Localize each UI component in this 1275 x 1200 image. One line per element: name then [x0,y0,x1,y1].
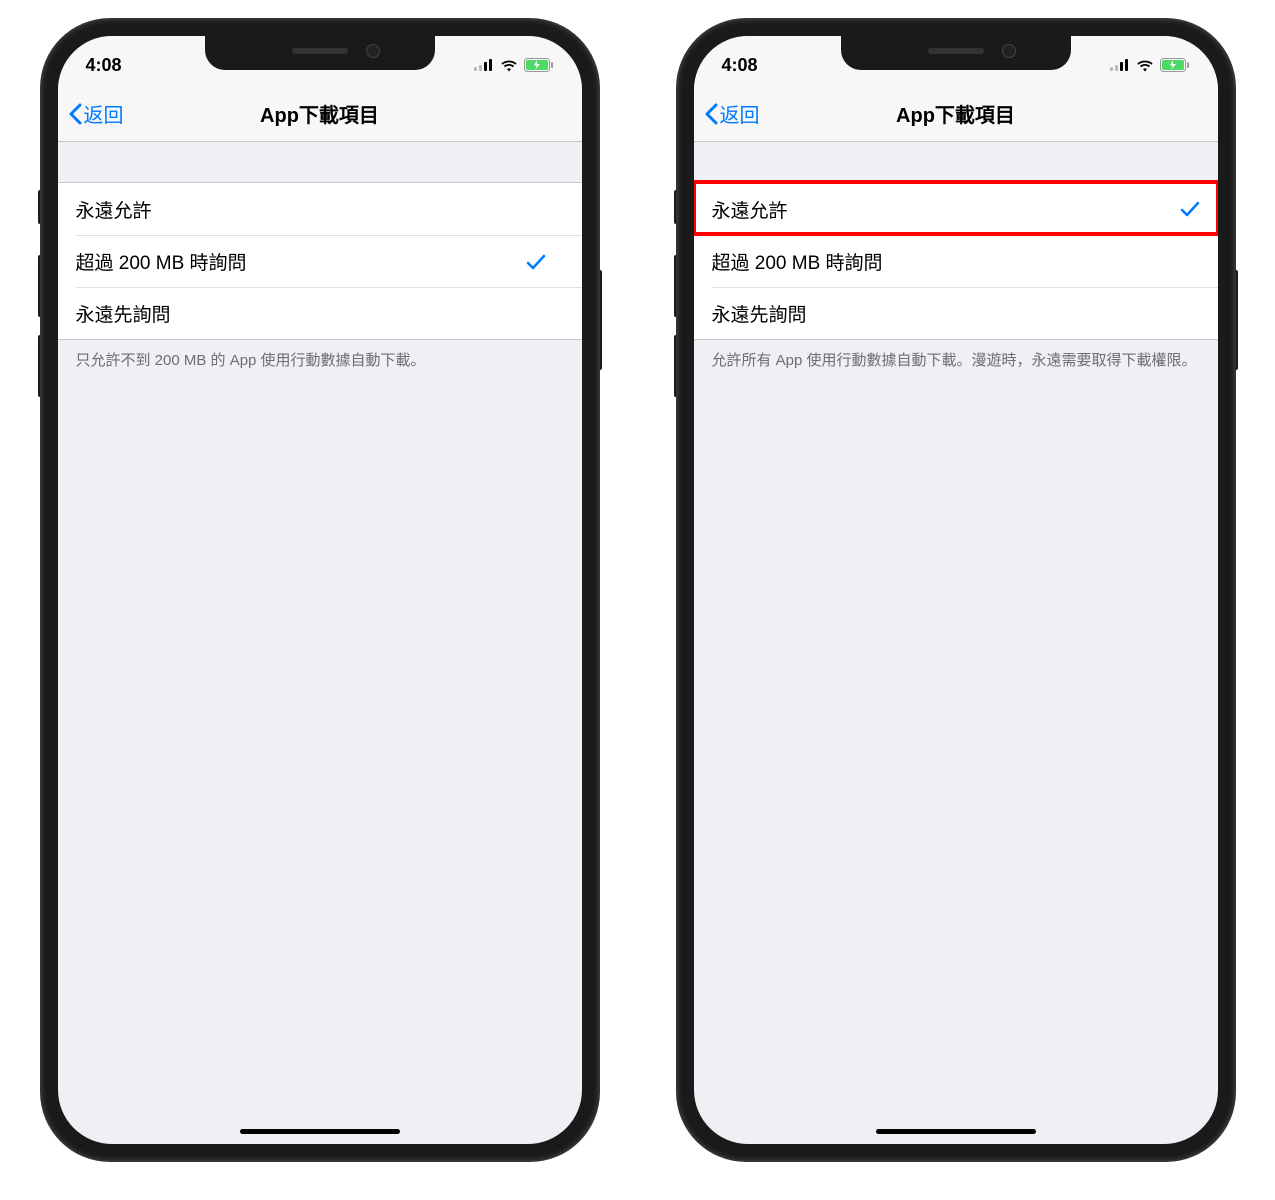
footer-description: 允許所有 App 使用行動數據自動下載。漫遊時，永遠需要取得下載權限。 [694,340,1218,381]
nav-bar: 返回 App下載項目 [58,86,582,142]
volume-down-button[interactable] [38,335,42,397]
phone-screen: 4:08 返回 [58,36,582,1144]
status-time: 4:08 [722,55,758,76]
chevron-left-icon [704,103,718,125]
option-label: 永遠先詢問 [76,300,171,327]
status-time: 4:08 [86,55,122,76]
wifi-icon [500,59,518,72]
phone-frame: 4:08 返回 [42,20,598,1160]
options-list: 永遠允許 超過 200 MB 時詢問 永遠先詢問 [58,182,582,340]
back-label: 返回 [720,99,760,128]
power-button[interactable] [1234,270,1238,370]
volume-down-button[interactable] [674,335,678,397]
option-always-allow[interactable]: 永遠允許 [58,183,582,235]
notch [841,36,1071,70]
mute-switch[interactable] [38,190,42,224]
page-title: App下載項目 [896,99,1015,128]
phone-right: 4:08 返回 [678,20,1234,1160]
option-label: 永遠先詢問 [712,300,807,327]
options-list: 永遠允許 超過 200 MB 時詢問 永遠先詢問 [694,182,1218,340]
option-always-allow[interactable]: 永遠允許 [694,183,1218,235]
home-indicator[interactable] [240,1129,400,1134]
notch [205,36,435,70]
status-indicators [1110,58,1190,72]
signal-icon [474,59,494,71]
content-area: 永遠允許 超過 200 MB 時詢問 永遠先詢問 只允許不到 200 MB 的 … [58,142,582,381]
back-button[interactable]: 返回 [68,99,124,128]
option-always-ask[interactable]: 永遠先詢問 [76,287,582,339]
phone-left: 4:08 返回 [42,20,598,1160]
home-indicator[interactable] [876,1129,1036,1134]
phone-frame: 4:08 返回 [678,20,1234,1160]
footer-description: 只允許不到 200 MB 的 App 使用行動數據自動下載。 [58,340,582,381]
checkmark-icon [1180,200,1200,218]
option-label: 永遠允許 [76,196,152,223]
option-always-ask[interactable]: 永遠先詢問 [712,287,1218,339]
option-ask-over-200mb[interactable]: 超過 200 MB 時詢問 [712,235,1218,287]
nav-bar: 返回 App下載項目 [694,86,1218,142]
back-button[interactable]: 返回 [704,99,760,128]
phone-screen: 4:08 返回 [694,36,1218,1144]
chevron-left-icon [68,103,82,125]
volume-up-button[interactable] [38,255,42,317]
battery-charging-icon [1160,58,1190,72]
option-label: 超過 200 MB 時詢問 [76,248,247,275]
page-title: App下載項目 [260,99,379,128]
battery-charging-icon [524,58,554,72]
signal-icon [1110,59,1130,71]
status-indicators [474,58,554,72]
volume-up-button[interactable] [674,255,678,317]
back-label: 返回 [84,99,124,128]
wifi-icon [1136,59,1154,72]
power-button[interactable] [598,270,602,370]
checkmark-icon [526,253,546,271]
option-ask-over-200mb[interactable]: 超過 200 MB 時詢問 [76,235,582,287]
mute-switch[interactable] [674,190,678,224]
content-area: 永遠允許 超過 200 MB 時詢問 永遠先詢問 允許所有 App 使用行動數據… [694,142,1218,381]
option-label: 超過 200 MB 時詢問 [712,248,883,275]
option-label: 永遠允許 [712,196,788,223]
